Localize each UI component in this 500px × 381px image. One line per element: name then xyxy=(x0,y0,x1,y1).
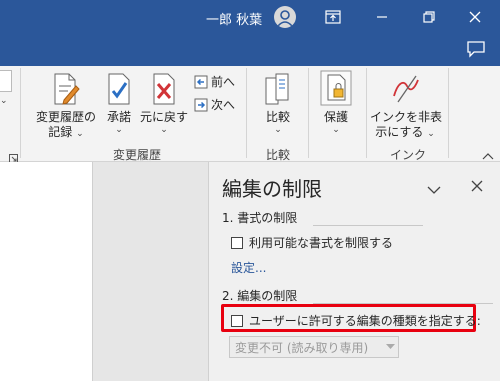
chevron-down-icon: ⌄ xyxy=(115,125,123,135)
editing-restriction-checkbox[interactable] xyxy=(231,314,243,327)
accept-label: 承諾 xyxy=(106,110,131,124)
title-bar: 一郎 秋葉 xyxy=(0,0,500,66)
chevron-down-icon[interactable] xyxy=(382,337,398,357)
previous-change-button[interactable]: 前へ xyxy=(194,73,235,90)
protect-button[interactable]: 保護 ⌄ xyxy=(316,70,356,135)
group-label-compare: 比較 xyxy=(266,148,291,162)
accept-icon xyxy=(108,73,130,105)
compare-label: 比較 xyxy=(265,110,290,124)
chevron-down-icon: ⌄ xyxy=(160,125,168,135)
protect-icon xyxy=(320,70,352,106)
pane-close-icon[interactable] xyxy=(471,177,483,192)
next-change-icon xyxy=(194,98,208,111)
group-label-track-changes: 変更履歴 xyxy=(113,148,162,162)
next-change-button[interactable]: 次へ xyxy=(194,96,235,113)
track-changes-label-2: 記録 ⌄ xyxy=(48,125,84,139)
editing-restriction-label: ユーザーに許可する編集の種類を指定する: xyxy=(249,314,481,328)
chevron-down-icon[interactable]: ⌄ xyxy=(0,96,8,106)
protect-label: 保護 xyxy=(323,110,348,124)
chevron-down-icon: ⌄ xyxy=(274,125,282,135)
document-background xyxy=(93,162,208,381)
hide-ink-label-1: インクを非表 xyxy=(370,110,443,124)
close-icon[interactable] xyxy=(464,6,486,28)
hide-ink-label-2: 示にする ⌄ xyxy=(375,125,435,139)
formatting-restriction-checkbox[interactable] xyxy=(231,236,243,249)
settings-link[interactable]: 設定... xyxy=(231,259,266,276)
hide-ink-button[interactable]: インクを非表 示にする ⌄ xyxy=(370,72,443,140)
group-separator xyxy=(20,68,21,158)
chevron-down-icon: ⌄ xyxy=(76,129,84,139)
compare-button[interactable]: 比較 ⌄ xyxy=(258,72,298,135)
reject-label: 元に戻す xyxy=(139,110,188,124)
formatting-restriction-label: 利用可能な書式を制限する xyxy=(249,236,394,250)
group-separator xyxy=(448,68,449,158)
previous-change-label: 前へ xyxy=(211,75,236,89)
track-changes-icon xyxy=(54,73,80,105)
editing-restriction-option[interactable]: ユーザーに許可する編集の種類を指定する: xyxy=(231,312,481,329)
previous-change-icon xyxy=(194,75,208,88)
group-separator xyxy=(308,68,309,158)
chevron-down-icon: ⌄ xyxy=(427,129,435,139)
group-separator xyxy=(246,68,247,158)
pane-options-icon[interactable] xyxy=(427,180,441,194)
reject-icon xyxy=(153,73,175,105)
group-separator xyxy=(366,68,367,158)
user-name[interactable]: 一郎 秋葉 xyxy=(206,9,262,28)
editing-type-value: 変更不可 (読み取り専用) xyxy=(235,340,369,355)
comments-icon[interactable] xyxy=(466,40,486,58)
ribbon: ⌄ 変更履歴の 記録 ⌄ 承諾 ⌄ 元に戻す ⌄ 前へ 次へ 変更履歴 比較 ⌄… xyxy=(0,66,500,163)
avatar[interactable] xyxy=(274,6,296,28)
minimize-icon[interactable] xyxy=(371,6,393,28)
accept-button[interactable]: 承諾 ⌄ xyxy=(104,72,134,135)
editing-type-dropdown[interactable]: 変更不可 (読み取り専用) xyxy=(229,336,399,358)
document-page[interactable] xyxy=(0,162,93,381)
section-heading-editing: 2. 編集の制限 xyxy=(222,289,298,303)
collapse-ribbon-icon[interactable] xyxy=(482,146,494,160)
compare-icon xyxy=(265,73,289,105)
dialog-launcher-icon[interactable] xyxy=(9,148,18,163)
formatting-restriction-option[interactable]: 利用可能な書式を制限する xyxy=(231,234,393,251)
pane-title: 編集の制限 xyxy=(222,177,322,201)
hide-ink-icon xyxy=(393,75,419,103)
ribbon-display-options-icon[interactable] xyxy=(322,6,344,28)
track-changes-label-1: 変更履歴の xyxy=(35,110,96,124)
reject-button[interactable]: 元に戻す ⌄ xyxy=(139,72,189,135)
section-divider xyxy=(313,225,423,226)
next-change-label: 次へ xyxy=(211,98,236,112)
restrict-editing-pane: 編集の制限 1. 書式の制限 利用可能な書式を制限する 設定... 2. 編集の… xyxy=(208,162,500,381)
track-changes-button[interactable]: 変更履歴の 記録 ⌄ xyxy=(32,72,100,140)
section-heading-formatting: 1. 書式の制限 xyxy=(222,211,298,225)
chevron-down-icon: ⌄ xyxy=(332,125,340,135)
group-label-ink: インク xyxy=(390,148,427,162)
restore-icon[interactable] xyxy=(418,6,440,28)
style-selector-edge[interactable] xyxy=(0,70,12,92)
